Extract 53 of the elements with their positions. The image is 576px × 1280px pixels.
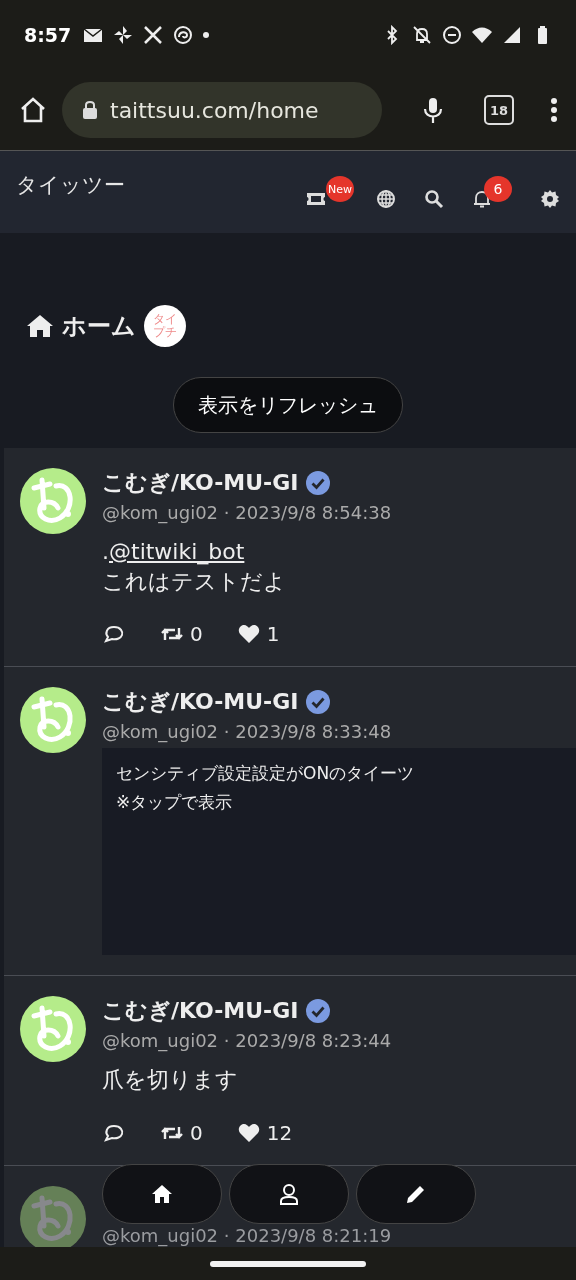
handle-and-time: @kom_ugi02 · 2023/9/8 8:23:44 — [102, 1030, 393, 1052]
more-icon[interactable] — [550, 97, 558, 123]
handle-and-time: @kom_ugi02 · 2023/9/8 8:33:48 — [102, 721, 393, 743]
handle-and-time: @kom_ugi02 · 2023/9/8 8:21:19 — [102, 1227, 393, 1246]
do-not-disturb-icon — [442, 25, 462, 45]
mention-link[interactable]: @titwiki_bot — [109, 539, 245, 564]
tab-count-button[interactable]: 18 — [484, 95, 514, 125]
new-badge: New — [326, 176, 354, 202]
like-count: 12 — [266, 1121, 293, 1146]
like-count: 1 — [266, 622, 280, 647]
globe-icon[interactable] — [376, 189, 396, 209]
avatar — [20, 996, 86, 1063]
sensitive-notice: センシティブ設定設定がONのタイーツ — [116, 762, 416, 786]
sensitive-content-cover[interactable]: センシティブ設定設定がONのタイーツ ※タップで表示 — [102, 748, 576, 956]
post-card[interactable]: こむぎ/KO-MU-GI @kom_ugi02 · 2023/9/8 8:54:38 .@titwiki_bot これはテストだよ 0 1 — [4, 448, 576, 668]
x-logo-icon — [143, 25, 164, 45]
retweet-count: 0 — [190, 1121, 203, 1146]
retweet-count: 0 — [190, 622, 203, 647]
post-card[interactable]: こむぎ/KO-MU-GI @kom_ugi02 · 2023/9/8 8:23:44 爪を切ります 0 12 — [4, 976, 576, 1167]
swirl-icon — [173, 25, 194, 45]
pinwheel-icon — [113, 25, 134, 45]
wifi-icon — [472, 25, 492, 45]
tap-hint: ※タップで表示 — [116, 791, 234, 815]
avatar — [20, 468, 86, 534]
home-icon — [26, 314, 54, 338]
post-card[interactable]: こむぎ/KO-MU-GI @kom_ugi02 · 2023/9/8 8:33:48 センシティブ設定設定がONのタイーツ ※タップで表示 — [4, 667, 576, 977]
person-icon — [278, 1183, 300, 1205]
post-text: 爪を切ります — [102, 1066, 239, 1095]
dot-icon — [203, 32, 210, 38]
site-title[interactable]: タイッツー — [16, 171, 125, 233]
avatar — [20, 687, 86, 754]
bell-muted-icon — [412, 25, 432, 45]
settings-icon[interactable] — [540, 189, 560, 209]
sticker-badge: タイ プチ — [144, 305, 186, 347]
lock-icon — [82, 100, 98, 120]
pencil-icon — [405, 1183, 427, 1205]
url-text: taittsuu.com/home — [110, 97, 319, 123]
address-bar[interactable]: taittsuu.com/home — [62, 82, 382, 138]
user-name[interactable]: こむぎ/KO-MU-GI — [102, 468, 299, 498]
user-name[interactable]: こむぎ/KO-MU-GI — [102, 687, 299, 718]
page-title: ホーム — [62, 311, 136, 342]
refresh-button[interactable]: 表示をリフレッシュ — [173, 377, 403, 433]
user-name[interactable]: こむぎ/KO-MU-GI — [102, 996, 299, 1027]
signal-icon — [502, 25, 522, 45]
gesture-bar[interactable] — [210, 1260, 366, 1267]
handle-and-time: @kom_ugi02 · 2023/9/8 8:54:38 — [102, 502, 393, 523]
bell-icon[interactable] — [472, 189, 492, 209]
status-time: 8:57 — [24, 24, 72, 46]
post-text: .@titwiki_bot これはテストだよ — [102, 538, 287, 596]
notification-badge: 6 — [484, 176, 512, 202]
search-icon[interactable] — [424, 189, 444, 209]
avatar — [20, 1186, 86, 1247]
home-icon — [151, 1183, 173, 1205]
